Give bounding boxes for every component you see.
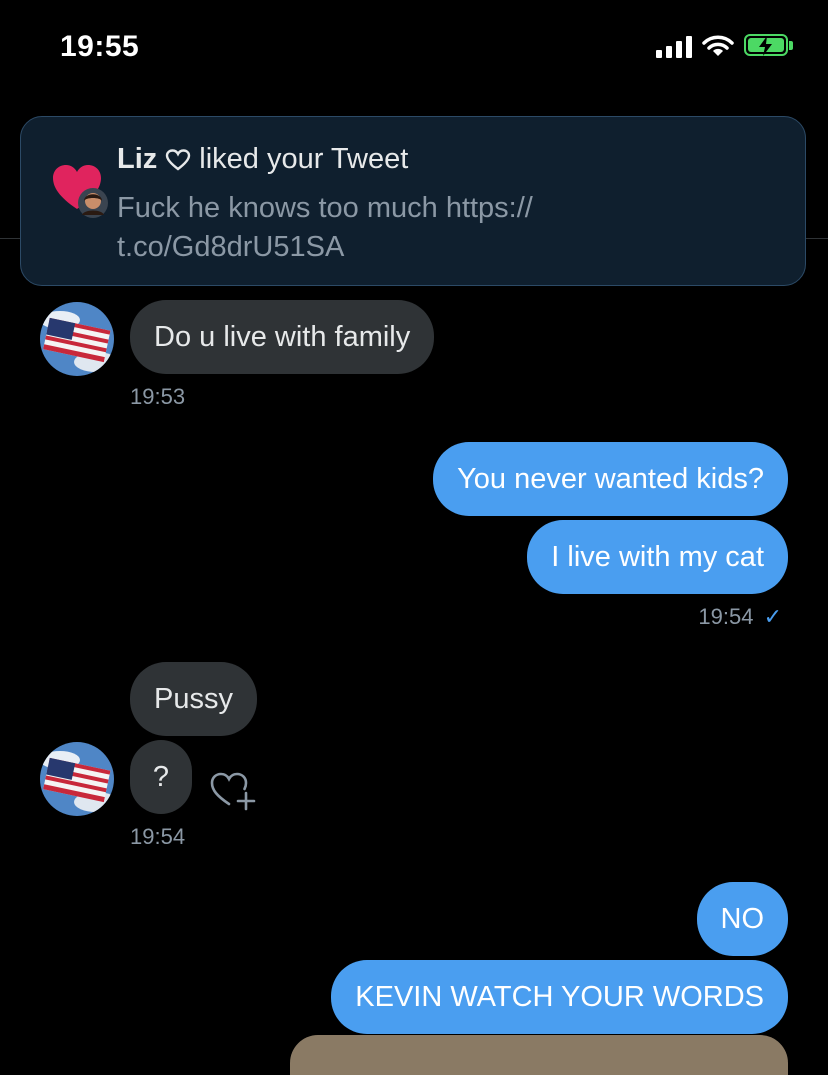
charging-bolt-icon — [759, 36, 772, 56]
heart-outline-icon — [166, 148, 191, 171]
notification-title: Liz liked your Tweet — [117, 143, 408, 176]
notification-user: Liz — [117, 143, 158, 175]
avatar[interactable] — [40, 742, 114, 816]
notification-body-line1: Fuck he knows too much https:// — [117, 192, 533, 224]
flag-avatar-icon — [40, 742, 114, 816]
media-preview[interactable] — [290, 1035, 788, 1075]
heart-icon — [53, 165, 108, 218]
status-bar: 19:55 — [0, 0, 828, 100]
message-bubble-outgoing[interactable]: You never wanted kids? — [433, 442, 788, 516]
notification-body-line2: t.co/Gd8drU51SA — [117, 231, 345, 263]
status-time: 19:55 — [60, 30, 140, 63]
notification-action: liked your Tweet — [199, 143, 409, 175]
avatar[interactable] — [40, 302, 114, 376]
status-icons — [656, 34, 794, 58]
message-bubble-outgoing[interactable]: NO — [696, 882, 788, 956]
message-time: 19:54 — [698, 604, 754, 629]
wifi-icon — [702, 35, 734, 56]
message-bubble-outgoing[interactable]: KEVIN WATCH YOUR WORDS — [331, 960, 788, 1034]
message-bubble-outgoing[interactable]: I live with my cat — [527, 520, 788, 594]
message-timestamp: 19:54 ✓ — [698, 604, 782, 630]
signal-icon — [656, 34, 692, 58]
notification-body: Fuck he knows too much https:// t.co/Gd8… — [117, 189, 637, 267]
message-bubble-incoming[interactable]: Pussy — [130, 662, 257, 736]
message-thread[interactable]: Do u live with family 19:53 You never wa… — [0, 240, 828, 1045]
message-bubble-incoming[interactable]: ? — [130, 740, 192, 814]
battery-icon — [744, 34, 794, 58]
message-timestamp: 19:53 — [130, 384, 186, 409]
flag-avatar-icon — [40, 302, 114, 376]
read-check-icon: ✓ — [763, 604, 782, 629]
like-notification-banner[interactable]: Liz liked your Tweet Fuck he knows too m… — [20, 116, 806, 286]
add-reaction-heart-icon[interactable] — [208, 768, 258, 814]
message-timestamp: 19:54 — [130, 824, 186, 849]
message-bubble-incoming[interactable]: Do u live with family — [130, 300, 435, 374]
